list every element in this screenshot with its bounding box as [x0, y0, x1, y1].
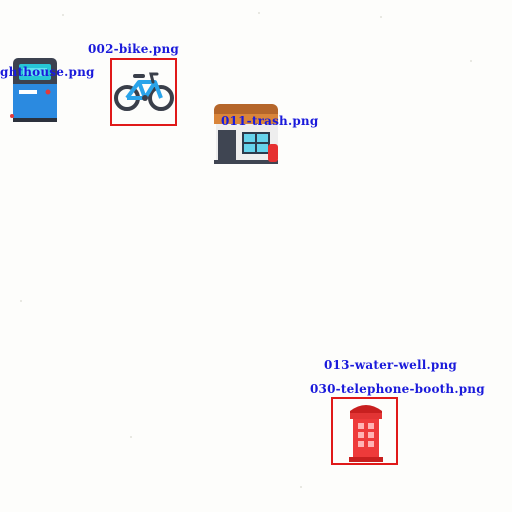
file-label-bike[interactable]: 002-bike.png — [88, 42, 179, 56]
file-label-telephone-booth[interactable]: 030-telephone-booth.png — [310, 382, 485, 396]
background-speck — [470, 60, 472, 62]
background-speck — [20, 300, 22, 302]
background-speck — [300, 486, 302, 488]
background-speck — [62, 14, 64, 16]
telephone-booth-icon — [349, 405, 383, 462]
background-speck — [380, 16, 382, 18]
file-label-lighthouse[interactable]: ghthouse.png — [0, 65, 95, 79]
bicycle-icon — [114, 72, 174, 111]
file-label-trash[interactable]: 011-trash.png — [221, 114, 318, 128]
background-speck — [130, 436, 132, 438]
file-label-water-well[interactable]: 013-water-well.png — [324, 358, 457, 372]
file-bike[interactable] — [110, 58, 177, 126]
file-telephone-booth[interactable] — [331, 397, 398, 465]
desktop-canvas[interactable]: ghthouse.png 002-bike.png 011-trash.png … — [0, 0, 512, 512]
background-speck — [258, 12, 260, 14]
